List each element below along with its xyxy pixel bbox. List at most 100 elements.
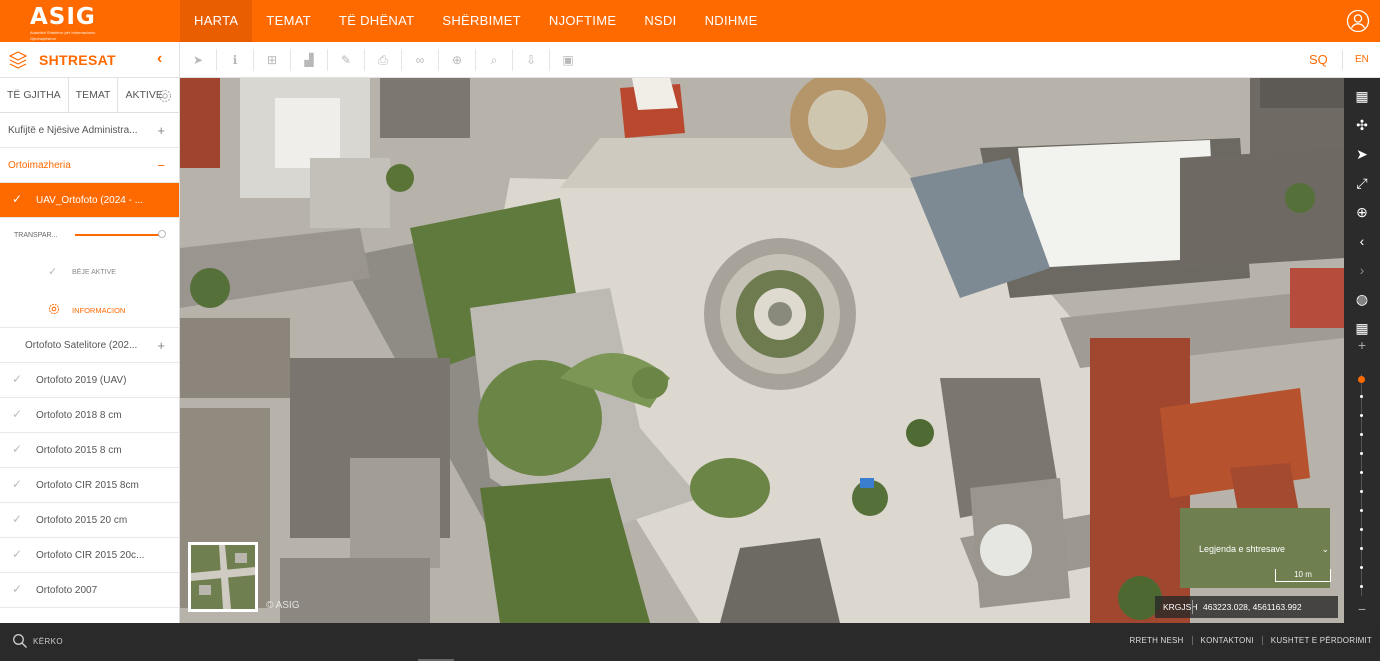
zoom-step[interactable] bbox=[1360, 585, 1363, 588]
chevron-left-icon[interactable]: ‹ bbox=[1344, 227, 1380, 255]
layer-item-label: Ortofoto 2018 8 cm bbox=[36, 410, 122, 421]
check-icon[interactable]: ✓ bbox=[12, 192, 22, 206]
plus-circle-icon[interactable]: ⊕ bbox=[439, 42, 475, 78]
layer-item-label: UAV_Ortofoto (2024 - ... bbox=[36, 195, 144, 206]
zoom-step[interactable] bbox=[1360, 490, 1363, 493]
image-icon[interactable]: ▣ bbox=[550, 42, 586, 78]
fullscreen-arrows-icon[interactable]: ✣ bbox=[1344, 111, 1380, 139]
logo-subtitle: Autoriteti Shtetëror për Informacionin G… bbox=[30, 30, 96, 41]
zoom-step[interactable] bbox=[1360, 452, 1363, 455]
main-nav: HARTA TEMAT TË DHËNAT SHËRBIMET NJOFTIME… bbox=[180, 0, 772, 42]
pointer-icon[interactable]: ➤ bbox=[180, 42, 216, 78]
tab-te-gjitha[interactable]: TË GJITHA bbox=[0, 78, 69, 113]
link-rreth-nesh[interactable]: RRETH NESH bbox=[1122, 636, 1192, 645]
check-icon[interactable]: ✓ bbox=[12, 582, 22, 596]
transparency-label: TRANSPAR... bbox=[14, 232, 58, 239]
transparency-slider[interactable] bbox=[75, 234, 163, 236]
layer-item[interactable]: ✓ Ortofoto 2019 (UAV) bbox=[0, 363, 179, 398]
layer-item[interactable]: ✓ Ortofoto 2015 8 cm bbox=[0, 433, 179, 468]
info-icon[interactable]: ℹ bbox=[217, 42, 253, 78]
footer-links: RRETH NESH KONTAKTONI KUSHTET E PËRDORIM… bbox=[1122, 636, 1380, 645]
check-icon[interactable]: ✓ bbox=[12, 442, 22, 456]
check-icon[interactable]: ✓ bbox=[12, 407, 22, 421]
expand-icon[interactable]: ⤢ bbox=[1344, 169, 1380, 197]
zoom-step[interactable] bbox=[1360, 414, 1363, 417]
nav-temat[interactable]: TEMAT bbox=[252, 0, 325, 42]
chart-icon[interactable]: ▟ bbox=[291, 42, 327, 78]
link-kontaktoni[interactable]: KONTAKTONI bbox=[1191, 636, 1262, 645]
add-box-icon[interactable]: ⊞ bbox=[254, 42, 290, 78]
coords-divider bbox=[1192, 600, 1193, 614]
asig-logo[interactable]: ASIG Autoriteti Shtetëror për Informacio… bbox=[30, 4, 116, 41]
link-icon[interactable]: ∞ bbox=[402, 42, 438, 78]
zoom-box-icon[interactable]: ⊕ bbox=[1344, 198, 1380, 226]
nav-harta[interactable]: HARTA bbox=[180, 0, 253, 42]
legend-dropdown[interactable]: Legjenda e shtresave ⌄ bbox=[1193, 541, 1333, 557]
check-icon[interactable]: ✓ bbox=[12, 512, 22, 526]
logo-text: ASIG bbox=[30, 4, 96, 30]
layer-item[interactable]: ✓ Ortofoto CIR 2015 8cm bbox=[0, 468, 179, 503]
nav-te-dhenat[interactable]: TË DHËNAT bbox=[325, 0, 428, 42]
zoom-step[interactable] bbox=[1360, 471, 1363, 474]
layer-item[interactable]: ✓ Ortofoto 2007 bbox=[0, 573, 179, 608]
gear-icon bbox=[48, 303, 60, 315]
zoom-step[interactable] bbox=[1360, 395, 1363, 398]
search-icon[interactable] bbox=[12, 633, 28, 649]
plus-icon[interactable]: + bbox=[157, 123, 165, 138]
chevron-left-icon[interactable]: ‹ bbox=[157, 50, 162, 68]
basemap-icon[interactable]: ▦ bbox=[1344, 82, 1380, 110]
layer-item[interactable]: ✓ Ortofoto 2015 20 cm bbox=[0, 503, 179, 538]
plus-icon[interactable]: + bbox=[157, 338, 165, 353]
layers-panel-header: SHTRESAT ‹ bbox=[0, 42, 180, 78]
information-row[interactable]: INFORMACION bbox=[0, 291, 179, 328]
legend-dropdown-label: Legjenda e shtresave bbox=[1199, 544, 1286, 554]
minus-icon[interactable]: − bbox=[157, 158, 165, 173]
layer-item[interactable]: ✓ Ortofoto 2018 8 cm bbox=[0, 398, 179, 433]
zoom-in-icon[interactable]: + bbox=[1344, 331, 1380, 359]
overview-minimap[interactable] bbox=[188, 542, 258, 612]
link-kushtet[interactable]: KUSHTET E PËRDORIMIT bbox=[1261, 636, 1380, 645]
search-label[interactable]: KËRKO bbox=[33, 637, 63, 646]
zoom-step[interactable] bbox=[1360, 509, 1363, 512]
search-icon[interactable]: ⌕ bbox=[476, 42, 512, 78]
edit-icon[interactable]: ✎ bbox=[328, 42, 364, 78]
nav-ndihme[interactable]: NDIHME bbox=[691, 0, 772, 42]
lang-divider bbox=[1342, 50, 1343, 70]
user-circle-icon[interactable] bbox=[1346, 9, 1370, 33]
zoom-level-indicator[interactable] bbox=[1358, 376, 1365, 383]
zoom-out-icon[interactable]: − bbox=[1344, 595, 1380, 623]
transparency-row: TRANSPAR... bbox=[0, 218, 179, 254]
download-icon[interactable]: ⇩ bbox=[513, 42, 549, 78]
chevron-down-icon: ⌄ bbox=[1321, 544, 1329, 554]
transparency-slider-handle[interactable] bbox=[158, 230, 166, 238]
globe-icon[interactable]: ◍ bbox=[1344, 285, 1380, 313]
layer-item-active[interactable]: ✓ UAV_Ortofoto (2024 - ... bbox=[0, 183, 179, 218]
zoom-step[interactable] bbox=[1360, 547, 1363, 550]
nav-nsdi[interactable]: NSDI bbox=[630, 0, 690, 42]
tab-temat[interactable]: TEMAT bbox=[69, 78, 119, 113]
layer-item[interactable]: ✓ Ortofoto CIR 2015 20c... bbox=[0, 538, 179, 573]
zoom-track[interactable] bbox=[1361, 374, 1362, 596]
layer-group-satelitore[interactable]: Ortofoto Satelitore (202... + bbox=[0, 328, 179, 363]
locate-arrow-icon[interactable]: ➤ bbox=[1344, 140, 1380, 168]
make-active-row[interactable]: ✓ BËJE AKTIVE bbox=[0, 254, 179, 291]
print-icon[interactable]: ⎙ bbox=[365, 42, 401, 78]
map-canvas[interactable]: © ASIG Legjenda e shtresave ⌄ 10 m KRGJS… bbox=[180, 78, 1344, 623]
scale-label: 10 m bbox=[1294, 570, 1312, 579]
layer-group-kufijte[interactable]: Kufijtë e Njësive Administra... + bbox=[0, 113, 179, 148]
check-icon[interactable]: ✓ bbox=[12, 372, 22, 386]
check-icon[interactable]: ✓ bbox=[12, 477, 22, 491]
zoom-step[interactable] bbox=[1360, 528, 1363, 531]
minimap-imagery bbox=[191, 545, 255, 609]
lang-sq-button[interactable]: SQ bbox=[1309, 52, 1328, 67]
layer-group-ortoimazheria[interactable]: Ortoimazheria − bbox=[0, 148, 179, 183]
nav-njoftime[interactable]: NJOFTIME bbox=[535, 0, 630, 42]
gear-icon[interactable] bbox=[158, 89, 172, 103]
make-active-label: BËJE AKTIVE bbox=[72, 269, 116, 276]
lang-en-button[interactable]: EN bbox=[1355, 54, 1369, 65]
nav-sherbimet[interactable]: SHËRBIMET bbox=[428, 0, 535, 42]
zoom-step[interactable] bbox=[1360, 433, 1363, 436]
chevron-right-icon[interactable]: › bbox=[1344, 256, 1380, 284]
zoom-step[interactable] bbox=[1360, 566, 1363, 569]
check-icon[interactable]: ✓ bbox=[12, 547, 22, 561]
